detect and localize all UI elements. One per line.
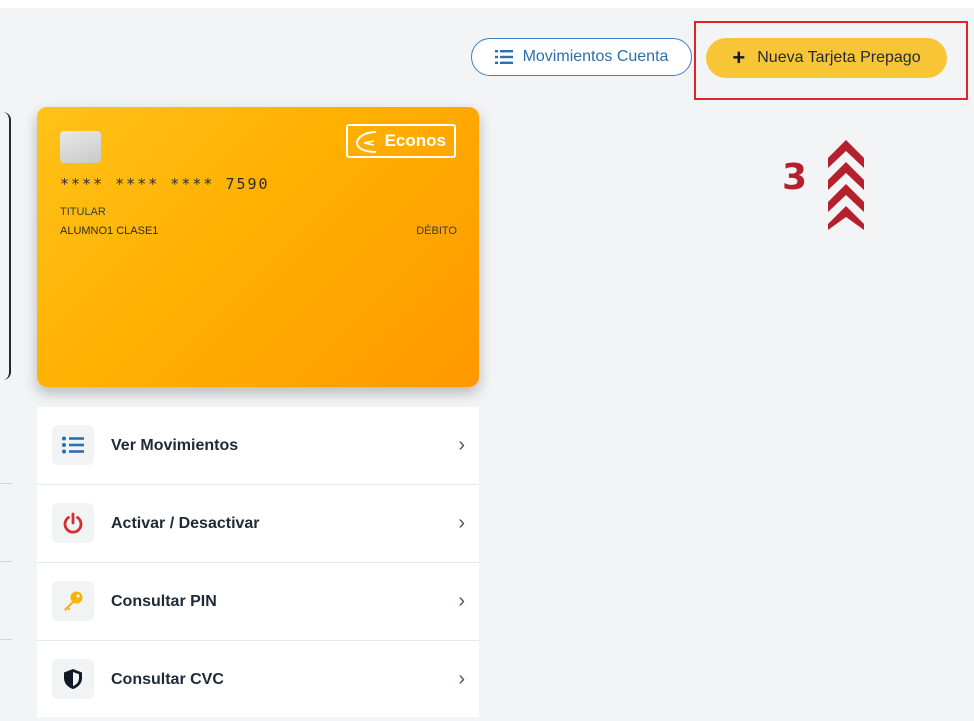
holder-label: TITULAR (60, 206, 106, 218)
account-movements-label: Movimientos Cuenta (522, 48, 669, 65)
chevron-up-arrows-icon (828, 140, 864, 230)
chevron-right-icon: › (458, 590, 465, 612)
step-number: 3 (782, 157, 808, 198)
action-label: Ver Movimientos (111, 436, 239, 454)
list-icon (494, 50, 513, 64)
action-label: Consultar CVC (111, 670, 224, 688)
holder-name: ALUMNO1 CLASE1 (60, 225, 159, 237)
key-icon (52, 581, 94, 621)
top-strip (0, 0, 974, 8)
card-chip (60, 131, 101, 163)
prepaid-card[interactable]: Econos **** **** **** 7590 TITULAR ALUMN… (37, 107, 479, 387)
action-toggle-activation[interactable]: Activar / Desactivar › (37, 485, 479, 563)
action-label: Consultar PIN (111, 592, 217, 610)
card-number: **** **** **** 7590 (60, 175, 270, 193)
previous-card-edge[interactable] (0, 112, 11, 380)
action-label: Activar / Desactivar (111, 514, 260, 532)
account-movements-button[interactable]: Movimientos Cuenta (471, 38, 692, 76)
list-icon (52, 425, 94, 465)
action-check-cvc[interactable]: Consultar CVC › (37, 641, 479, 718)
highlight-box (694, 21, 968, 100)
chevron-right-icon: › (458, 434, 465, 456)
chevron-right-icon: › (458, 668, 465, 690)
card-actions-list: Ver Movimientos › Activar / Desactivar ›… (37, 407, 479, 717)
brand-name: Econos (384, 131, 446, 150)
action-check-pin[interactable]: Consultar PIN › (37, 563, 479, 641)
shield-icon (52, 659, 94, 699)
chevron-right-icon: › (458, 512, 465, 534)
power-icon (52, 503, 94, 543)
action-view-movements[interactable]: Ver Movimientos › (37, 407, 479, 485)
card-type: DÉBITO (416, 225, 457, 237)
brand-logo: Econos (346, 124, 456, 158)
swoosh-icon (355, 131, 377, 153)
